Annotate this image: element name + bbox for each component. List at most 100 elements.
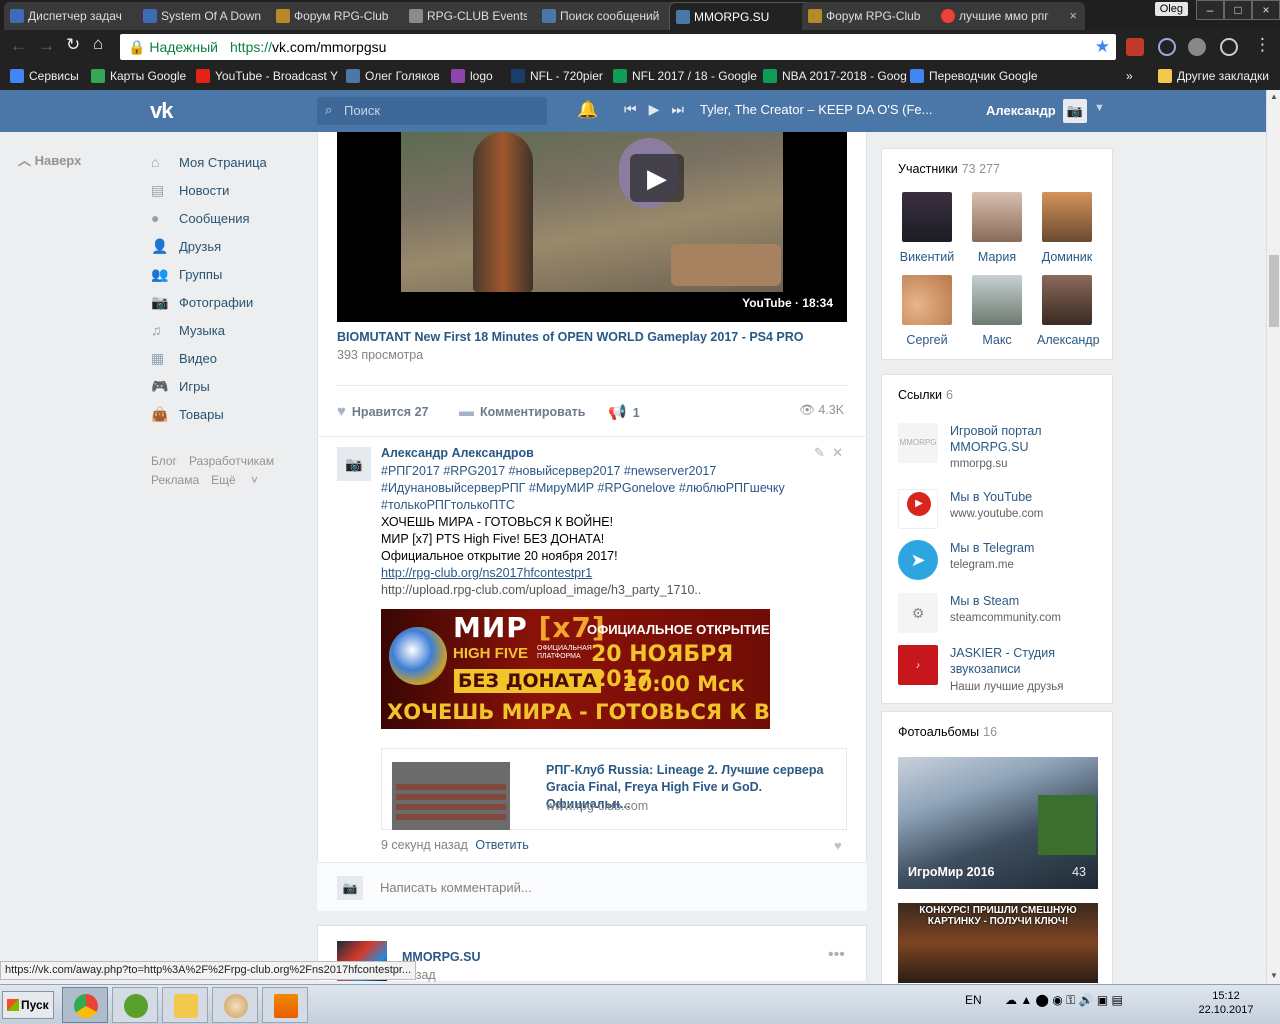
taskbar-vlc[interactable] [262,987,308,1023]
bell-icon[interactable]: 🔔 [577,100,598,120]
footer-blog-link[interactable]: Блог [151,454,177,468]
user-name[interactable]: Александр [986,103,1056,118]
comment-button[interactable]: ▬ Комментировать [459,403,585,420]
member-item[interactable]: Макс [967,275,1027,347]
search-input[interactable]: ⌕ Поиск [317,97,547,125]
maximize-icon[interactable]: □ [1224,0,1252,20]
bookmark-item[interactable]: YouTube - Broadcast Y [196,69,338,83]
footer-developers-link[interactable]: Разработчикам [189,454,274,468]
scrollbar[interactable]: ▲ ▼ [1266,90,1280,984]
sidebar-item-friends[interactable]: 👤 Друзья [151,238,221,255]
links-title[interactable]: Ссылки 6 [898,388,953,402]
bookmark-star-icon[interactable]: ★ [1095,37,1110,57]
hashtags[interactable]: #РПГ2017 #RPG2017 #новыйсервер2017 #news… [381,463,821,480]
scroll-down-arrow-icon[interactable]: ▼ [1270,971,1278,980]
bookmark-item[interactable]: Олег Голяков [346,69,440,83]
browser-tab-active[interactable]: MMORPG.SU× [669,2,819,30]
sidebar-item-music[interactable]: ♫ Музыка [151,322,225,338]
bookmark-item[interactable]: NFL - 720pier [511,69,603,83]
chevron-down-icon[interactable]: ▼ [1094,102,1105,114]
browser-tab[interactable]: System Of A Down× [137,2,287,30]
menu-icon[interactable]: ⋮ [1254,35,1271,55]
link-preview-card[interactable]: РПГ-Клуб Russia: Lineage 2. Лучшие серве… [381,748,847,830]
browser-tab[interactable]: Диспетчер задач× [4,2,154,30]
promo-banner-image[interactable]: МИР [x7] ОФИЦИАЛЬНОЕ ОТКРЫТИЕ HIGH FIVE … [381,609,770,729]
browser-tab[interactable]: RPG-CLUB Events× [403,2,553,30]
scrollbar-thumb[interactable] [1269,255,1279,327]
back-icon[interactable]: ← [10,36,27,56]
album-item[interactable]: ИгроМир 2016 43 [898,757,1098,889]
share-button[interactable]: 📢 1 [608,403,640,421]
close-window-icon[interactable]: × [1252,0,1280,20]
sidebar-item-messages[interactable]: ● Сообщения [151,210,250,226]
sidebar-item-video[interactable]: ▦ Видео [151,350,217,367]
comment-time[interactable]: 9 секунд назад [381,838,468,852]
sidebar-item-news[interactable]: ▤ Новости [151,182,229,199]
album-item[interactable]: КОНКУРС! ПРИШЛИ СМЕШНУЮ КАРТИНКУ - ПОЛУЧ… [898,903,1098,983]
sidebar-item-photos[interactable]: 📷 Фотографии [151,294,253,311]
profile-badge[interactable]: Oleg [1154,2,1188,16]
clock[interactable]: 15:12 22.10.2017 [1198,989,1254,1017]
other-bookmarks[interactable]: Другие закладки [1158,69,1269,83]
previous-track-icon[interactable]: ⏮ [624,101,637,117]
camera-icon[interactable]: 📷 [337,876,363,900]
bookmark-item[interactable]: Переводчик Google [910,69,1038,83]
footer-ads-link[interactable]: Реклама [151,473,199,487]
browser-tab[interactable]: Поиск сообщений× [536,2,686,30]
sidebar-item-groups[interactable]: 👥 Группы [151,266,222,283]
bookmark-item[interactable]: Карты Google [91,69,186,83]
close-icon[interactable]: ✕ [832,445,843,460]
taskbar-chrome[interactable] [62,987,108,1023]
more-bookmarks-button[interactable]: » [1126,69,1133,83]
taskbar-explorer[interactable] [162,987,208,1023]
members-title[interactable]: Участники 73 277 [898,162,1000,176]
avatar[interactable]: 📷 [337,447,371,481]
comment-author[interactable]: Александр Александров [381,446,534,460]
play-icon[interactable]: ▶ [630,154,684,202]
like-button[interactable]: ♥ Нравится 27 [337,403,428,420]
scroll-up-button[interactable]: ︿ Наверх [18,150,81,169]
video-player[interactable]: ▶ YouTube · 18:34 [337,132,847,322]
browser-tab[interactable]: Форум RPG-Club× [270,2,420,30]
extension-icon[interactable] [1220,38,1238,56]
comment-link[interactable]: http://rpg-club.org/ns2017hfcontestpr1 [381,565,821,582]
reply-button[interactable]: Ответить [475,838,528,852]
comment-link[interactable]: http://upload.rpg-club.com/upload_image/… [381,582,821,599]
forward-icon[interactable]: → [38,36,55,56]
member-item[interactable]: Александр [1037,275,1100,347]
play-icon[interactable]: ▶ [649,101,660,117]
bookmark-item[interactable]: logo [451,69,493,83]
member-item[interactable]: Сергей [897,275,957,347]
vk-logo[interactable]: vk [150,98,174,124]
member-item[interactable]: Викентий [897,192,957,264]
now-playing[interactable]: Tyler, The Creator – KEEP DA O'S (Fe... [700,102,932,117]
address-bar[interactable]: 🔒 Надежный https://vk.com/mmorpgsu ★ [120,34,1116,60]
avatar[interactable]: 📷 [1063,99,1087,123]
hashtags[interactable]: #толькоРПГтолькоПТС [381,497,821,514]
bookmark-item[interactable]: NFL 2017 / 18 - Google [613,69,757,83]
close-icon[interactable]: × [1069,8,1077,23]
video-title[interactable]: BIOMUTANT New First 18 Minutes of OPEN W… [337,330,804,344]
sidebar-item-games[interactable]: 🎮 Игры [151,378,210,395]
browser-tab[interactable]: Форум RPG-Club× [802,2,952,30]
heart-icon[interactable]: ♥ [834,838,842,853]
sidebar-item-goods[interactable]: 👜 Товары [151,406,224,423]
member-item[interactable]: Доминик [1037,192,1097,264]
bookmark-item[interactable]: NBA 2017-2018 - Goog [763,69,907,83]
browser-tab[interactable]: лучшие ммо рпг × [935,2,1085,30]
more-icon[interactable]: ••• [828,946,845,964]
url-text[interactable]: https://vk.com/mmorpgsu [230,39,386,55]
start-button[interactable]: Пуск [2,991,54,1019]
footer-more-link[interactable]: Ещё ˅ [211,473,258,487]
comment-input[interactable]: Написать комментарий... [380,880,532,895]
extension-icon[interactable] [1158,38,1176,56]
member-item[interactable]: Мария [967,192,1027,264]
reload-icon[interactable]: ↻ [66,35,80,55]
minimize-icon[interactable]: – [1196,0,1224,20]
scroll-up-arrow-icon[interactable]: ▲ [1270,92,1278,101]
bookmark-item[interactable]: Сервисы [10,69,79,83]
extension-icon[interactable] [1188,38,1206,56]
next-track-icon[interactable]: ⏭ [671,101,684,117]
home-icon[interactable]: ⌂ [93,34,103,54]
albums-title[interactable]: Фотоальбомы 16 [898,725,997,739]
